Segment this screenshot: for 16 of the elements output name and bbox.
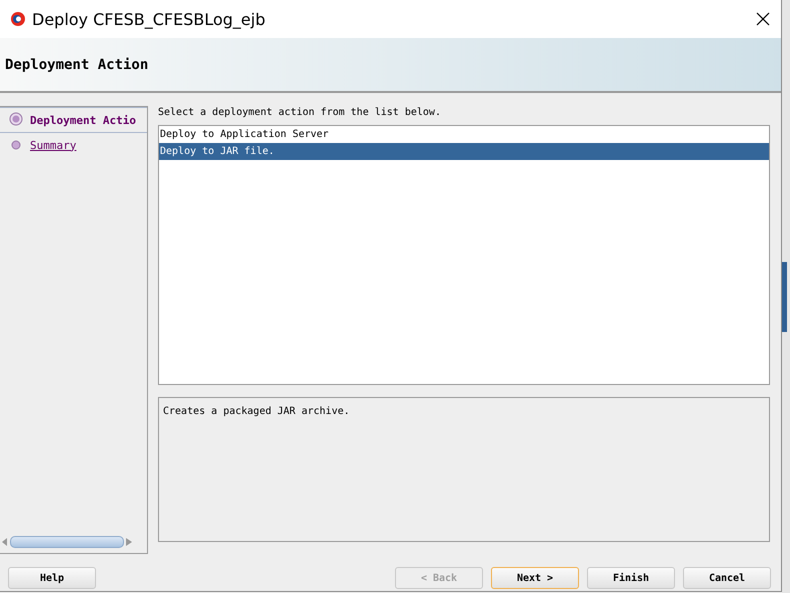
- dialog-button[interactable]: Help: [8, 567, 96, 589]
- scrollbar-thumb[interactable]: [10, 536, 124, 548]
- dialog-button[interactable]: Finish: [587, 567, 675, 589]
- window-title: Deploy CFESB_CFESBLog_ejb: [32, 10, 266, 28]
- scroll-left-icon[interactable]: [2, 538, 8, 546]
- dialog-button[interactable]: Cancel: [683, 567, 771, 589]
- app-logo-icon: [10, 11, 26, 27]
- scroll-right-icon[interactable]: [126, 538, 132, 546]
- step-link[interactable]: Deployment Actio: [30, 114, 136, 126]
- dialog-button[interactable]: Next >: [491, 567, 579, 589]
- description-text: Creates a packaged JAR archive.: [163, 406, 350, 417]
- close-button[interactable]: [755, 11, 771, 27]
- action-list-item[interactable]: Deploy to JAR file.: [159, 143, 769, 160]
- page-title: Deployment Action: [5, 56, 148, 72]
- instruction-text: Select a deployment action from the list below.: [158, 106, 442, 120]
- step-link[interactable]: Summary: [30, 138, 76, 152]
